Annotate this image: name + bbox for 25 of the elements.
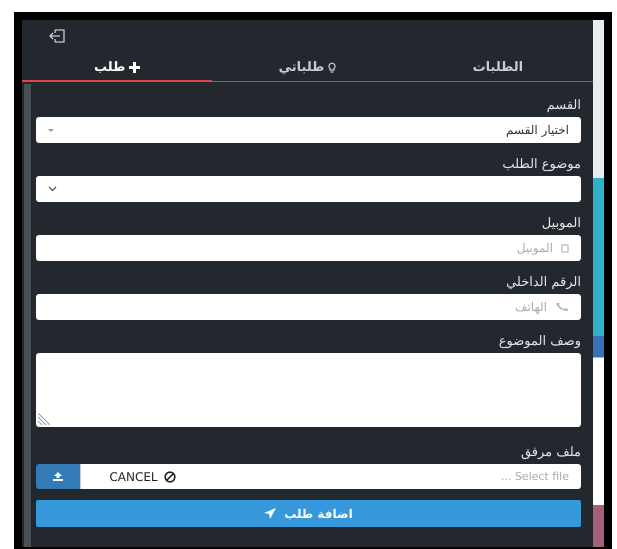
resize-grip-icon[interactable] xyxy=(38,413,50,425)
field-label: ملف مرفق xyxy=(520,445,581,461)
field-label: الرقم الداخلي xyxy=(505,275,581,291)
field-label: القسم xyxy=(546,98,581,114)
select-field[interactable] xyxy=(36,176,581,202)
cancel-button[interactable]: CANCEL xyxy=(80,464,204,489)
chevron-down-icon xyxy=(48,186,57,192)
logout-icon[interactable] xyxy=(48,28,66,44)
mobile-icon xyxy=(561,244,569,252)
upload-icon xyxy=(53,472,63,481)
caret-icon xyxy=(48,128,54,132)
tab[interactable]: الطلبات xyxy=(402,60,593,82)
select-field[interactable]: اختيار القسم xyxy=(36,117,581,143)
tab[interactable]: طلب xyxy=(22,60,212,82)
lightbulb-icon xyxy=(328,62,336,72)
field-label: وصف الموضوع xyxy=(498,334,581,350)
tab[interactable]: طلباتي xyxy=(212,60,403,82)
send-icon xyxy=(264,508,276,519)
upload-button[interactable] xyxy=(36,464,80,489)
scrollbar[interactable] xyxy=(24,84,31,547)
plus-icon xyxy=(129,62,140,72)
phone-icon xyxy=(555,302,569,312)
field-label: موضوع الطلب xyxy=(501,157,581,173)
ban-icon xyxy=(164,470,176,482)
field-label: الموبيل xyxy=(540,216,581,232)
